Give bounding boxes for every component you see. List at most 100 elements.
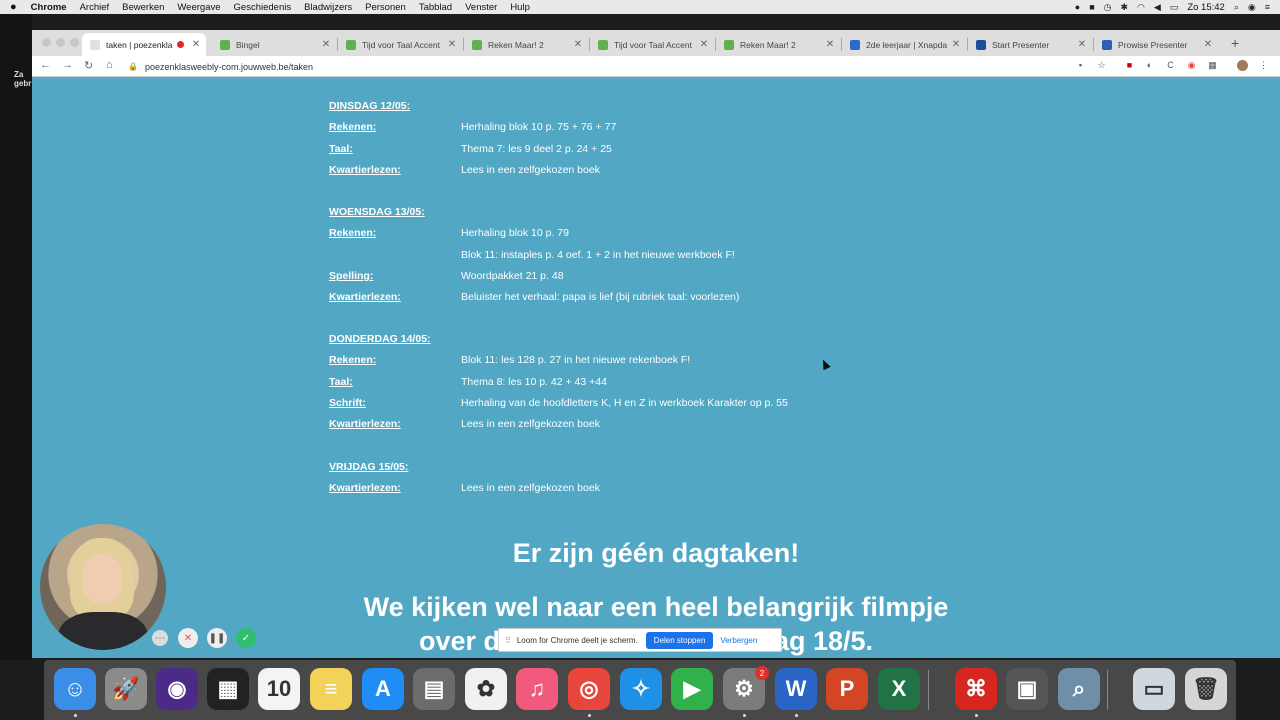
dock-muziek-icon[interactable]: ♫ (516, 668, 558, 710)
menu-archief[interactable]: Archief (80, 2, 110, 13)
dock-bureaublad-icon[interactable]: ▭ (1133, 668, 1175, 710)
close-tab-icon[interactable]: ✕ (572, 39, 584, 50)
dock-voorvertoning-icon[interactable]: ⌕ (1058, 668, 1100, 710)
dock-siri-icon[interactable]: ◉ (156, 668, 198, 710)
browser-tab[interactable]: Reken Maar! 2 ✕ (716, 33, 840, 56)
pause-recording-button[interactable]: ❚❚ (207, 628, 227, 648)
dock-app-store-icon[interactable]: A (362, 668, 404, 710)
dock-excel-icon[interactable]: X (878, 668, 920, 710)
webcam-face (82, 554, 122, 604)
back-button[interactable]: ← (40, 59, 51, 71)
task-text: Beluister het verhaal: papa is lief (bij… (461, 291, 740, 304)
profile-avatar[interactable] (1237, 60, 1248, 71)
minimize-window-button[interactable] (56, 38, 65, 47)
more-options-icon[interactable]: ⋯ (152, 630, 168, 646)
dock-powerpoint-icon[interactable]: P (826, 668, 868, 710)
close-window-button[interactable] (42, 38, 51, 47)
close-tab-icon[interactable]: ✕ (950, 39, 962, 50)
dock-foto-s-icon[interactable]: ✿ (465, 668, 507, 710)
extension-icon[interactable]: ■ (1124, 60, 1135, 71)
browser-tab[interactable]: Prowise Presenter ✕ (1094, 33, 1218, 56)
dock-notities-icon[interactable]: ≡ (310, 668, 352, 710)
webcam-body (58, 612, 148, 650)
dock-finder-icon[interactable]: ☺ (54, 668, 96, 710)
extension-icon[interactable]: ◉ (1186, 60, 1197, 71)
stop-sharing-button[interactable]: Delen stoppen (645, 631, 714, 649)
dock-safari-icon[interactable]: ✧ (620, 668, 662, 710)
time-machine-icon[interactable]: ◷ (1104, 2, 1112, 13)
new-tab-button[interactable]: + (1231, 35, 1245, 51)
dock-chrome-icon[interactable]: ◎ (568, 668, 610, 710)
browser-tab[interactable]: Start Presenter ✕ (968, 33, 1092, 56)
bookmark-star-icon[interactable]: ☆ (1096, 60, 1107, 71)
dock-rekenmachine-icon[interactable]: ▤ (413, 668, 455, 710)
day-heading: VRIJDAG 15/05: (329, 461, 409, 473)
menu-bladwijzers[interactable]: Bladwijzers (304, 2, 352, 13)
menu-tabblad[interactable]: Tabblad (419, 2, 452, 13)
close-tab-icon[interactable]: ✕ (446, 39, 458, 50)
menu-bewerken[interactable]: Bewerken (122, 2, 164, 13)
extension-icon[interactable]: ▦ (1207, 60, 1218, 71)
dock-prullenmand-icon[interactable]: 🗑 (1185, 668, 1227, 710)
menubar-clock[interactable]: Zo 15:42 (1187, 2, 1225, 13)
volume-icon[interactable]: ◀ (1154, 2, 1161, 13)
home-button[interactable]: ⌂ (106, 59, 113, 71)
task-text: Herhaling blok 10 p. 79 (461, 227, 569, 240)
dock-facetime-icon[interactable]: ▶ (671, 668, 713, 710)
reload-button[interactable]: ↻ (84, 59, 93, 72)
dock-launchpad-icon[interactable]: 🚀 (105, 668, 147, 710)
dock-agenda-icon[interactable]: 10 (258, 668, 300, 710)
extension-icon[interactable]: ◐ (1144, 60, 1155, 71)
close-tab-icon[interactable]: ✕ (1076, 39, 1088, 50)
spotlight-search-icon[interactable]: ⌕ (1234, 2, 1239, 13)
close-tab-icon[interactable]: ✕ (824, 39, 836, 50)
dock-running-indicator (74, 714, 77, 717)
tab-title: Tijd voor Taal Accent (614, 39, 692, 50)
dock-photo-booth-icon[interactable]: ▦ (207, 668, 249, 710)
loom-message: Loom for Chrome deelt je scherm. (516, 635, 638, 645)
close-tab-icon[interactable]: ✕ (1202, 39, 1214, 50)
page-content: DINSDAG 12/05: Rekenen: Herhaling blok 10 … (32, 78, 1280, 658)
dock: ☺ 🚀 ◉ ▦ 10 ≡ A ▤ ✿ ♫ ◎ ✧ ▶ ⚙ W P X ⌘ ▣ ⌕ ▭ 🗑 (44, 660, 1236, 720)
menu-personen[interactable]: Personen (365, 2, 406, 13)
close-tab-icon[interactable]: ✕ (698, 39, 710, 50)
browser-tab[interactable]: taken | poezenkla ✕ (82, 33, 206, 56)
forward-button[interactable]: → (62, 59, 73, 71)
hide-button[interactable]: Verbergen (720, 636, 757, 645)
wifi-icon[interactable]: ◠ (1137, 2, 1145, 13)
close-tab-icon[interactable]: ✕ (190, 39, 202, 50)
zoom-window-button[interactable] (70, 38, 79, 47)
browser-tab[interactable]: Tijd voor Taal Accent ✕ (338, 33, 462, 56)
siri-icon[interactable]: ◉ (1248, 2, 1256, 13)
video-icon[interactable]: ■ (1089, 2, 1094, 12)
browser-tab[interactable]: Bingel ✕ (212, 33, 336, 56)
menu-hulp[interactable]: Hulp (510, 2, 530, 13)
menu-weergave[interactable]: Weergave (177, 2, 220, 13)
browser-tab[interactable]: 2de leerjaar | Xnapda ✕ (842, 33, 966, 56)
menu-geschiedenis[interactable]: Geschiedenis (234, 2, 292, 13)
dock-acrobat-icon[interactable]: ⌘ (955, 668, 997, 710)
address-bar[interactable]: 🔒 poezenklasweebly-com.jouwweb.be/taken (128, 58, 1058, 75)
bluetooth-icon[interactable]: ✱ (1120, 2, 1128, 13)
browser-tab[interactable]: Reken Maar! 2 ✕ (464, 33, 588, 56)
camera-icon[interactable]: ▪ (1075, 60, 1086, 71)
subline: We kijken wel naar een heel belangrijk f… (363, 592, 949, 622)
task-text: Lees in een zelfgekozen boek (461, 418, 600, 431)
dock-beeldscherm-icon[interactable]: ▣ (1006, 668, 1048, 710)
close-tab-icon[interactable]: ✕ (320, 39, 332, 50)
browser-menu-icon[interactable]: ⋮ (1258, 60, 1269, 71)
menu-venster[interactable]: Venster (465, 2, 497, 13)
browser-tab[interactable]: Tijd voor Taal Accent ✕ (590, 33, 714, 56)
apple-menu-icon[interactable]: ● (10, 1, 17, 13)
tab-favicon-icon (1102, 39, 1112, 50)
drag-handle-icon[interactable]: ⠿ (505, 636, 511, 645)
cancel-recording-button[interactable]: ✕ (178, 628, 198, 648)
extension-icon[interactable]: C (1165, 60, 1176, 71)
battery-icon[interactable]: ▭ (1170, 2, 1179, 13)
notification-center-icon[interactable]: ≡ (1265, 2, 1270, 12)
finish-recording-button[interactable]: ✓ (236, 628, 256, 648)
menu-chrome[interactable]: Chrome (31, 2, 67, 13)
microphone-icon[interactable]: ● (1075, 2, 1080, 12)
dock-word-icon[interactable]: W (775, 668, 817, 710)
webcam-bubble[interactable] (40, 524, 166, 650)
